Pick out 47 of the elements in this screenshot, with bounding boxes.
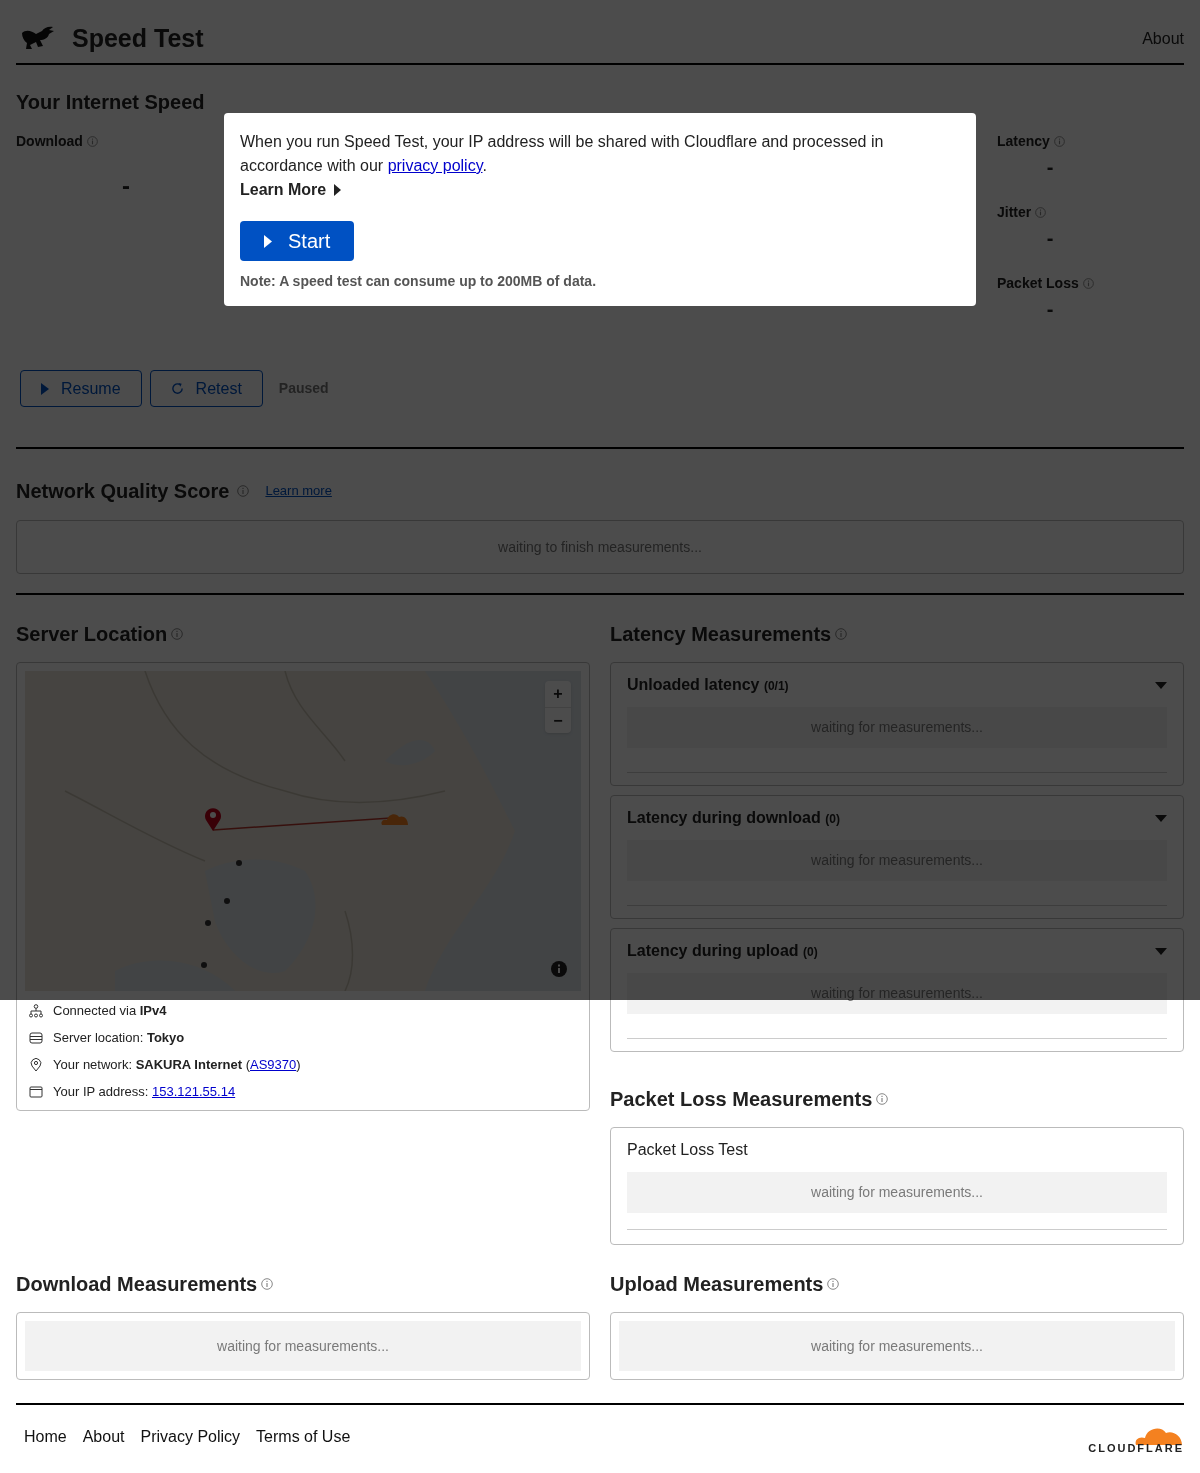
play-icon [264, 234, 272, 248]
detail-text: Server location: Tokyo [53, 1028, 185, 1047]
metric-label: Packet Loss [997, 274, 1079, 293]
start-button[interactable]: Start [240, 221, 355, 261]
waiting-message: waiting for measurements... [811, 1183, 983, 1202]
learn-more-link[interactable]: Learn More [240, 178, 342, 202]
section-title: Latency Measurements [610, 622, 832, 647]
detail-text: Your network: SAKURA Internet (AS9370) [53, 1055, 301, 1074]
metric-label: Jitter [997, 203, 1032, 222]
site-title: Speed Test [72, 25, 204, 51]
section-title: Network Quality Score [16, 479, 230, 504]
detail-text: Connected via IPv4 [53, 1001, 167, 1020]
info-icon [876, 1093, 889, 1105]
logo-text: CLOUDFLARE [1088, 1443, 1184, 1454]
footer-link[interactable]: About [82, 1425, 125, 1449]
panel-title: Latency during download (0) [627, 808, 840, 828]
panel-title: Latency during upload (0) [627, 941, 818, 961]
section-title: Download Measurements [16, 1272, 258, 1297]
panel-title: Unloaded latency (0/1) [627, 675, 789, 695]
metric-value: - [1045, 297, 1055, 322]
network-icon [29, 1003, 43, 1018]
metric-label: Download [16, 132, 83, 151]
footer-link[interactable]: Privacy Policy [140, 1425, 241, 1449]
panel-title: Packet Loss Test [627, 1140, 749, 1160]
waiting-message: waiting for measurements... [217, 1336, 389, 1356]
section-title: Your Internet Speed [16, 90, 206, 115]
footer-link[interactable]: Terms of Use [256, 1425, 351, 1449]
section-title: Packet Loss Measurements [610, 1087, 873, 1112]
metric-value: - [1045, 155, 1055, 180]
section-title: Upload Measurements [610, 1272, 824, 1297]
privacy-policy-link[interactable]: privacy policy [387, 157, 483, 174]
metric-value: - [1045, 226, 1055, 251]
section-title: Server Location [16, 622, 168, 647]
info-icon [827, 1278, 840, 1290]
metric-label: Latency [997, 132, 1050, 151]
server-icon [29, 1030, 43, 1045]
detail-text: Your IP address: 153.121.55.14 [53, 1082, 236, 1101]
footer-link[interactable]: Home [24, 1425, 67, 1449]
location-pin-icon [29, 1057, 43, 1072]
waiting-message: waiting for measurements... [811, 1336, 983, 1356]
data-note: Note: A speed test can consume up to 200MB of data. [240, 272, 598, 291]
info-icon [261, 1278, 274, 1290]
browser-window-icon [29, 1084, 43, 1099]
detail-link[interactable]: 153.121.55.14 [152, 1083, 236, 1099]
consent-text: When you run Speed Test, your IP address will be shared with Cloudflare and processed in accordance with our privacy policy. [240, 132, 885, 176]
metric-value: - [121, 171, 131, 201]
caret-right-icon [334, 184, 342, 196]
